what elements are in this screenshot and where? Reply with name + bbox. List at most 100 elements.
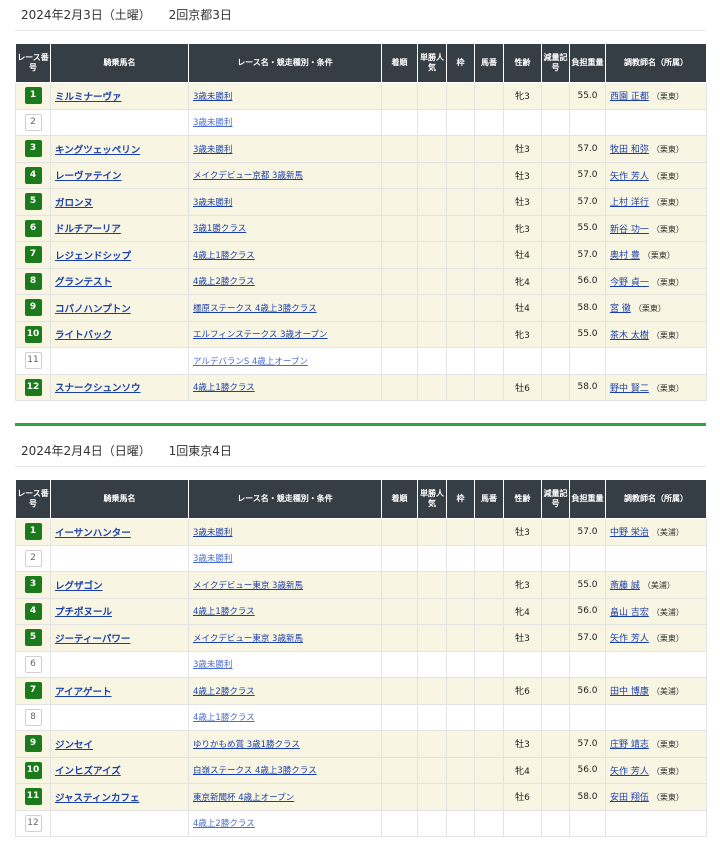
weight-reduction-cell bbox=[541, 809, 570, 837]
race-link[interactable]: 4歳上1勝クラス bbox=[193, 607, 255, 617]
trainer-link[interactable]: 宮 徹 bbox=[610, 304, 631, 314]
horse-number-cell bbox=[474, 730, 504, 758]
race-cell: 3歳未勝利 bbox=[188, 518, 382, 546]
race-cell: 3歳未勝利 bbox=[188, 108, 382, 136]
trainer-link[interactable]: 中野 栄治 bbox=[610, 528, 649, 538]
frame-cell bbox=[446, 624, 475, 652]
horse-cell: スナークシュンソウ bbox=[50, 373, 189, 401]
race-link[interactable]: エルフィンステークス 3歳オープン bbox=[193, 330, 328, 340]
horse-number-cell bbox=[474, 373, 504, 401]
horse-link[interactable]: レーヴァテイン bbox=[55, 171, 122, 182]
horse-link[interactable]: コパノハンプトン bbox=[55, 304, 131, 315]
frame-cell bbox=[446, 294, 475, 322]
trainer-affiliation: （栗東） bbox=[651, 383, 684, 393]
header-num: レース番号 bbox=[15, 479, 51, 519]
race-link[interactable]: 4歳上1勝クラス bbox=[193, 383, 255, 393]
horse-link[interactable]: ドルチアーリア bbox=[55, 224, 121, 235]
trainer-link[interactable]: 矢作 芳人 bbox=[610, 767, 649, 777]
trainer-link[interactable]: 斎藤 誠 bbox=[610, 581, 640, 591]
race-link[interactable]: ゆりかもめ賞 3歳1勝クラス bbox=[193, 740, 300, 750]
horse-link[interactable]: グランテスト bbox=[55, 277, 112, 288]
header-carried-weight: 負担重量 bbox=[569, 479, 606, 519]
horse-link[interactable]: ライトバック bbox=[55, 330, 112, 341]
horse-cell: コパノハンプトン bbox=[50, 294, 189, 322]
sex-age-cell: 牝4 bbox=[503, 267, 542, 295]
horse-cell bbox=[50, 108, 189, 136]
popularity-cell bbox=[417, 730, 447, 758]
race-link[interactable]: 3歳未勝利 bbox=[193, 198, 232, 208]
trainer-cell: 庄野 靖志 （栗東） bbox=[605, 730, 707, 758]
race-link[interactable]: 白嶺ステークス 4歳上3勝クラス bbox=[193, 766, 317, 776]
frame-cell bbox=[446, 347, 475, 375]
race-link[interactable]: 東京新聞杯 4歳上オープン bbox=[193, 793, 294, 803]
trainer-cell bbox=[605, 650, 707, 678]
race-link[interactable]: 橿原ステークス 4歳上3勝クラス bbox=[193, 304, 317, 314]
race-link[interactable]: 4歳上1勝クラス bbox=[193, 251, 255, 261]
race-link[interactable]: アルデバランS 4歳上オープン bbox=[193, 357, 308, 367]
frame-cell bbox=[446, 597, 475, 625]
trainer-link[interactable]: 庄野 靖志 bbox=[610, 740, 649, 750]
horse-link[interactable]: レグザゴン bbox=[55, 581, 103, 592]
race-link[interactable]: 3歳未勝利 bbox=[193, 528, 232, 538]
trainer-link[interactable]: 矢作 芳人 bbox=[610, 634, 649, 644]
horse-link[interactable]: ジーティーパワー bbox=[55, 634, 130, 645]
trainer-link[interactable]: 奥村 豊 bbox=[610, 251, 640, 261]
horse-link[interactable]: キングツェッペリン bbox=[55, 145, 140, 156]
trainer-link[interactable]: 矢作 芳人 bbox=[610, 172, 649, 182]
horse-link[interactable]: プチポヌール bbox=[55, 607, 112, 618]
finish-cell bbox=[381, 241, 418, 269]
race-link[interactable]: 3歳1勝クラス bbox=[193, 224, 246, 234]
race-link[interactable]: メイクデビュー東京 3歳新馬 bbox=[193, 634, 303, 644]
trainer-link[interactable]: 安田 翔伍 bbox=[610, 793, 649, 803]
race-number-cell: 12 bbox=[15, 373, 51, 401]
race-number-cell: 4 bbox=[15, 597, 51, 625]
horse-link[interactable]: インヒズアイズ bbox=[55, 766, 121, 777]
race-number-badge: 2 bbox=[24, 549, 42, 567]
table-row: 6 ドルチアーリア 3歳1勝クラス 牝3 55.0 新谷 功一 （栗東） bbox=[15, 214, 707, 242]
trainer-cell: 安田 翔伍 （栗東） bbox=[605, 783, 707, 811]
header-carried-weight: 負担重量 bbox=[569, 43, 606, 83]
weight-reduction-cell bbox=[541, 677, 570, 705]
horse-link[interactable]: アイアゲート bbox=[55, 687, 112, 698]
race-link[interactable]: 3歳未勝利 bbox=[193, 92, 232, 102]
race-link[interactable]: メイクデビュー京都 3歳新馬 bbox=[193, 171, 303, 181]
header-sex-age: 性齢 bbox=[503, 43, 542, 83]
race-number-cell: 2 bbox=[15, 544, 51, 572]
horse-link[interactable]: ジンセイ bbox=[55, 740, 93, 751]
carried-weight-cell: 58.0 bbox=[569, 373, 606, 401]
race-link[interactable]: メイクデビュー東京 3歳新馬 bbox=[193, 581, 303, 591]
horse-link[interactable]: ガロンヌ bbox=[55, 198, 93, 209]
race-cell: エルフィンステークス 3歳オープン bbox=[188, 320, 382, 348]
race-cell: 4歳上1勝クラス bbox=[188, 241, 382, 269]
horse-link[interactable]: レジェンドシップ bbox=[55, 251, 131, 262]
trainer-link[interactable]: 畠山 吉宏 bbox=[610, 608, 649, 618]
trainer-link[interactable]: 牧田 和弥 bbox=[610, 145, 649, 155]
horse-link[interactable]: イーサンハンター bbox=[55, 528, 131, 539]
carried-weight-cell: 58.0 bbox=[569, 783, 606, 811]
trainer-link[interactable]: 西園 正都 bbox=[610, 92, 649, 102]
trainer-link[interactable]: 今野 貞一 bbox=[610, 278, 649, 288]
race-link[interactable]: 3歳未勝利 bbox=[193, 145, 232, 155]
horse-link[interactable]: ミルミナーヴァ bbox=[55, 92, 122, 103]
popularity-cell bbox=[417, 241, 447, 269]
trainer-link[interactable]: 茶木 太樹 bbox=[610, 331, 649, 341]
day-header: 2024年2月3日（土曜） 2回京都3日 bbox=[15, 0, 706, 31]
trainer-link[interactable]: 野中 賢二 bbox=[610, 384, 649, 394]
race-link[interactable]: 4歳上2勝クラス bbox=[193, 819, 255, 829]
race-link[interactable]: 4歳上2勝クラス bbox=[193, 277, 255, 287]
trainer-link[interactable]: 新谷 功一 bbox=[610, 225, 649, 235]
race-link[interactable]: 4歳上1勝クラス bbox=[193, 713, 255, 723]
trainer-link[interactable]: 田中 博康 bbox=[610, 687, 649, 697]
horse-number-cell bbox=[474, 544, 504, 572]
horse-link[interactable]: スナークシュンソウ bbox=[55, 383, 141, 394]
horse-cell: インヒズアイズ bbox=[50, 756, 189, 784]
race-link[interactable]: 3歳未勝利 bbox=[193, 660, 232, 670]
race-cell: 白嶺ステークス 4歳上3勝クラス bbox=[188, 756, 382, 784]
race-link[interactable]: 3歳未勝利 bbox=[193, 554, 232, 564]
race-number-badge: 10 bbox=[24, 761, 42, 779]
race-link[interactable]: 4歳上2勝クラス bbox=[193, 687, 255, 697]
horse-link[interactable]: ジャスティンカフェ bbox=[55, 793, 139, 804]
header-race: レース名・競走種別・条件 bbox=[188, 479, 382, 519]
race-link[interactable]: 3歳未勝利 bbox=[193, 118, 232, 128]
trainer-link[interactable]: 上村 洋行 bbox=[610, 198, 649, 208]
